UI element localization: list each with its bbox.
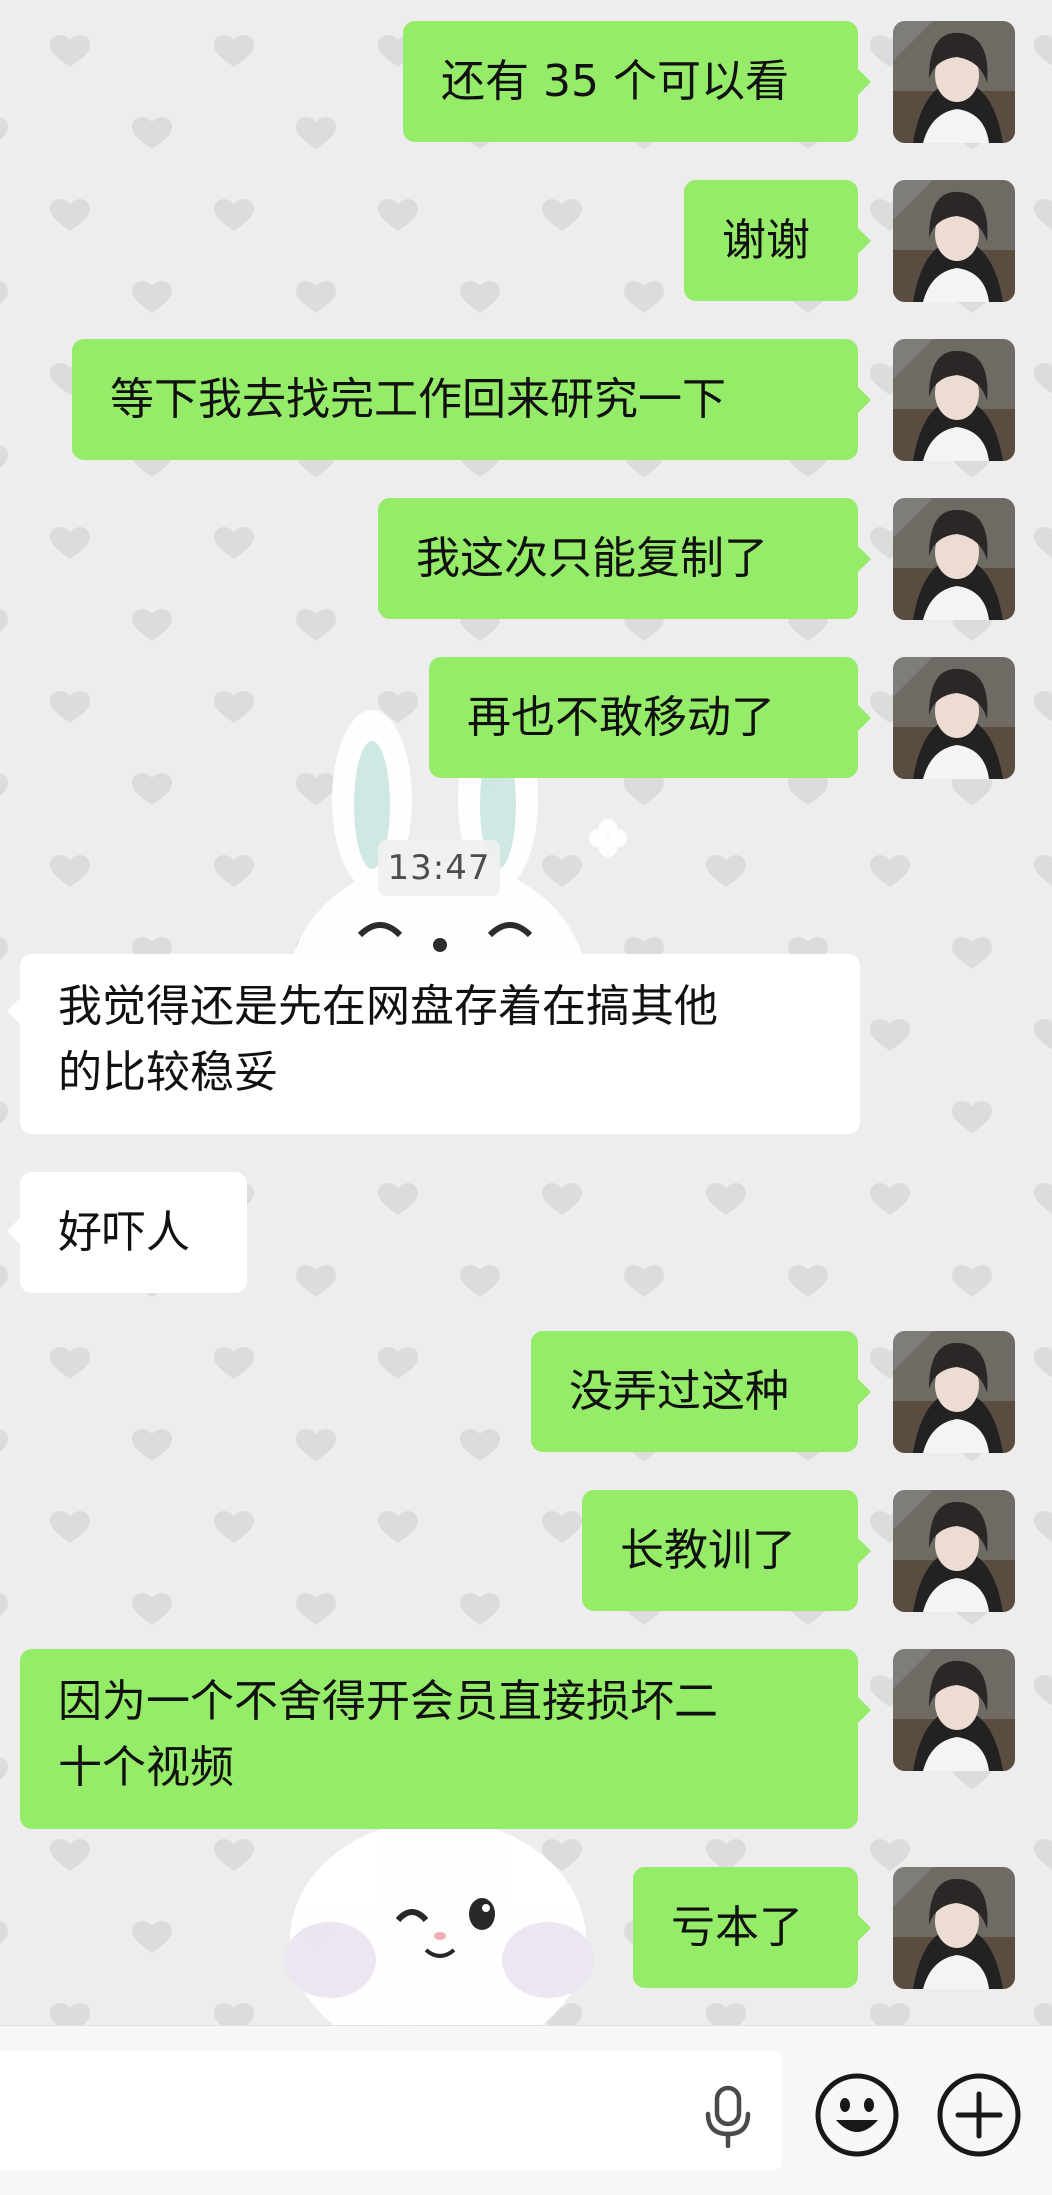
message-text: 长教训了 — [620, 1524, 796, 1576]
avatar[interactable] — [893, 1867, 1015, 1989]
bubble-tail — [7, 998, 20, 1024]
message-text-line: 因为一个不舍得开会员直接损坏二 — [58, 1676, 718, 1727]
message-bubble[interactable]: 好吓人 — [20, 1172, 247, 1293]
avatar-image — [893, 657, 1015, 779]
message-text-line: 的比较稳妥 — [58, 1047, 278, 1098]
message-text: 还有 35 个可以看 — [441, 55, 789, 107]
message-text-line: 十个视频 — [58, 1742, 234, 1793]
avatar-image — [893, 21, 1015, 143]
message-text: 等下我去找完工作回来研究一下 — [110, 373, 726, 425]
smiley-icon[interactable] — [814, 2072, 900, 2162]
message-text: 没弄过这种 — [569, 1365, 789, 1417]
avatar-image — [893, 1867, 1015, 1989]
message-text: 好吓人 — [58, 1206, 190, 1258]
avatar[interactable] — [893, 498, 1015, 620]
bubble-tail — [858, 228, 871, 254]
microphone-icon[interactable] — [700, 2084, 756, 2152]
avatar-image — [893, 1490, 1015, 1612]
avatar-image — [893, 1649, 1015, 1771]
bubble-tail — [858, 1538, 871, 1564]
avatar-image — [893, 1331, 1015, 1453]
message-bubble[interactable]: 因为一个不舍得开会员直接损坏二 十个视频 — [20, 1649, 858, 1829]
avatar[interactable] — [893, 1649, 1015, 1771]
bubble-tail — [858, 546, 871, 572]
message-text: 谢谢 — [722, 214, 810, 266]
bubble-tail — [858, 705, 871, 731]
bubble-tail — [858, 1379, 871, 1405]
chat-screen: 还有 35 个可以看 谢谢 等下我去找完工作回来研究一下 我这次只能复制了 再也… — [0, 0, 1052, 2195]
message-bubble[interactable]: 长教训了 — [582, 1490, 858, 1611]
message-bubble[interactable]: 谢谢 — [684, 180, 858, 301]
message-bubble[interactable]: 还有 35 个可以看 — [403, 21, 858, 142]
bubble-tail — [858, 1915, 871, 1941]
input-bar — [0, 2025, 1052, 2195]
avatar-image — [893, 339, 1015, 461]
message-input[interactable] — [0, 2051, 782, 2171]
avatar[interactable] — [893, 1490, 1015, 1612]
message-text: 我这次只能复制了 — [416, 532, 768, 584]
bubble-tail — [858, 387, 871, 413]
message-text: 再也不敢移动了 — [467, 691, 775, 743]
bubble-tail — [858, 69, 871, 95]
message-bubble[interactable]: 我觉得还是先在网盘存着在搞其他 的比较稳妥 — [20, 954, 860, 1134]
avatar-image — [893, 180, 1015, 302]
plus-circle-icon[interactable] — [936, 2072, 1022, 2162]
avatar[interactable] — [893, 180, 1015, 302]
bubble-tail — [7, 1218, 20, 1244]
message-bubble[interactable]: 等下我去找完工作回来研究一下 — [72, 339, 858, 460]
avatar[interactable] — [893, 1331, 1015, 1453]
message-bubble[interactable]: 再也不敢移动了 — [429, 657, 858, 778]
avatar[interactable] — [893, 21, 1015, 143]
message-text-line: 我觉得还是先在网盘存着在搞其他 — [58, 981, 718, 1032]
avatar-image — [893, 498, 1015, 620]
message-bubble[interactable]: 没弄过这种 — [531, 1331, 858, 1452]
message-bubble[interactable]: 亏本了 — [633, 1867, 858, 1988]
bubble-tail — [858, 1697, 871, 1723]
message-text: 亏本了 — [671, 1901, 803, 1953]
avatar[interactable] — [893, 657, 1015, 779]
message-bubble[interactable]: 我这次只能复制了 — [378, 498, 858, 619]
timestamp: 13:47 — [378, 840, 500, 896]
avatar[interactable] — [893, 339, 1015, 461]
